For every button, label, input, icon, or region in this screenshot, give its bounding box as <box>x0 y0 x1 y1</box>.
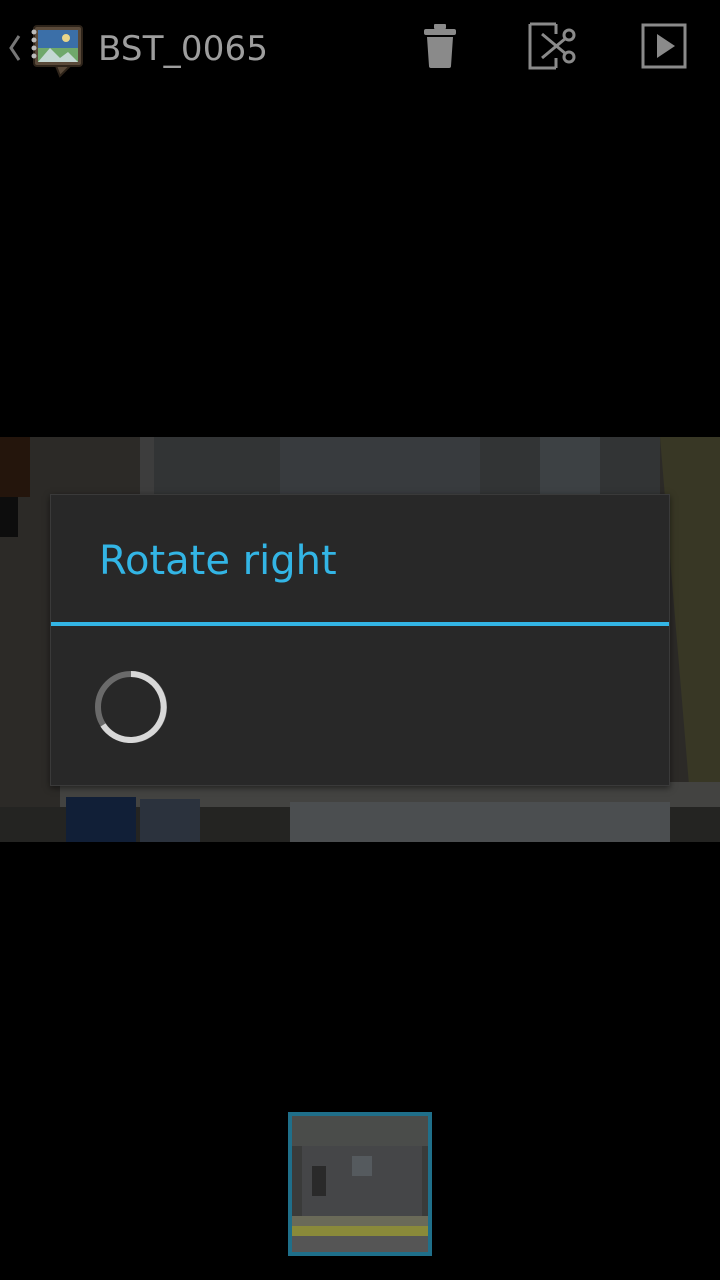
trash-icon <box>420 22 460 74</box>
play-icon <box>640 22 688 74</box>
dialog-title-divider <box>51 622 669 626</box>
action-bar: BST_0065 <box>0 0 720 96</box>
filmstrip-thumbnail[interactable] <box>288 1112 432 1256</box>
trim-scissors-icon <box>526 20 578 76</box>
gallery-screen: BST_0065 Rotate right <box>0 0 720 1280</box>
play-button[interactable] <box>632 16 696 80</box>
trim-button[interactable] <box>520 16 584 80</box>
page-title: BST_0065 <box>98 29 269 69</box>
up-navigation-chevron-icon[interactable] <box>8 30 22 66</box>
dialog-title: Rotate right <box>99 538 337 584</box>
progress-dialog: Rotate right <box>50 494 670 786</box>
gallery-app-icon[interactable] <box>26 18 88 80</box>
loading-spinner-icon <box>91 667 171 747</box>
delete-button[interactable] <box>408 16 472 80</box>
